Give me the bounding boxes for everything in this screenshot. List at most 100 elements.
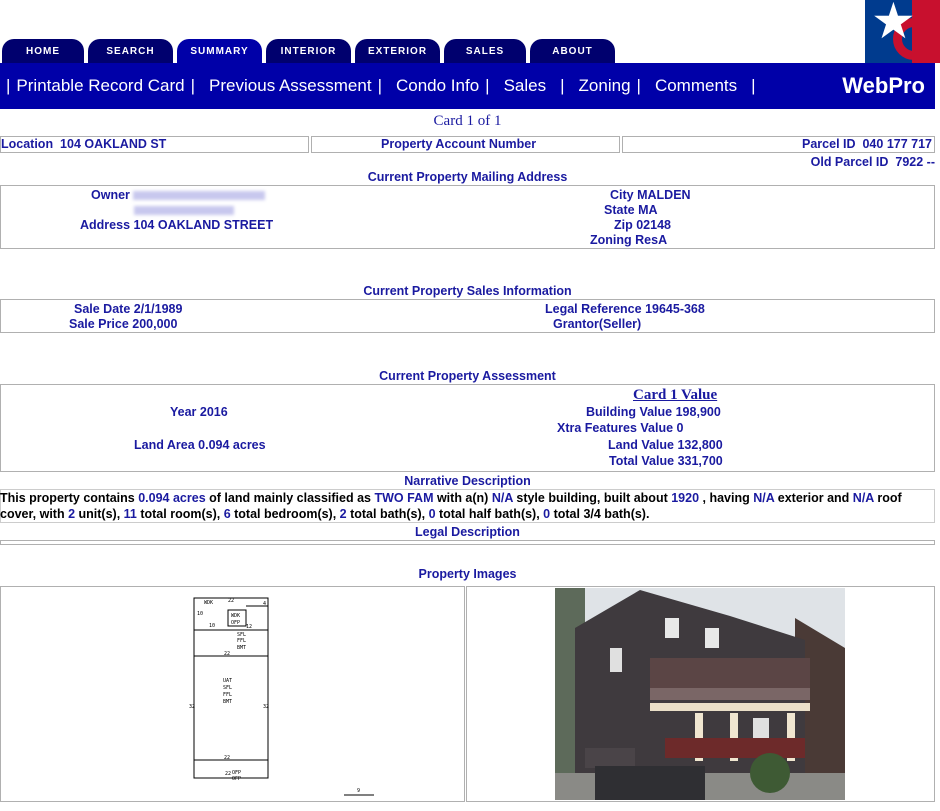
nav-previous-assessment[interactable]: Previous Assessment (209, 76, 372, 96)
sketch-main-section (193, 655, 269, 761)
total-value: 331,700 (677, 454, 723, 468)
land-area-label: Land Area (134, 438, 195, 452)
sketch-scale: 9 (357, 788, 360, 794)
land-value-field: Land Value 132,800 (608, 438, 723, 452)
building-value-field: Building Value 198,900 (586, 405, 721, 419)
tab-interior[interactable]: INTERIOR (266, 39, 351, 64)
narr-rooms: 11 (123, 507, 137, 521)
sale-price-label: Sale Price (69, 317, 129, 331)
zip-label: Zip (614, 218, 633, 232)
address-value: 104 OAKLAND STREET (133, 218, 274, 232)
sketch-label: BMT (237, 645, 246, 651)
narr-text: total bath(s), (346, 507, 429, 521)
narr-year: 1920 (671, 491, 700, 505)
tab-about[interactable]: ABOUT (530, 39, 615, 64)
sale-date-label: Sale Date (74, 302, 131, 316)
building-value: 198,900 (675, 405, 721, 419)
sale-date-value: 2/1/1989 (133, 302, 183, 316)
photo-lower-wall (585, 748, 635, 768)
building-sketch: WDK 22 4 10 10 WDK OFP 12 SFL FFL BMT 22… (189, 597, 374, 796)
sketch-label: 22 (228, 598, 234, 604)
nav-printable-record-card[interactable]: Printable Record Card (16, 76, 184, 96)
total-value-label: Total Value (609, 454, 675, 468)
legal-ref-label: Legal Reference (545, 302, 642, 316)
narr-text: This property contains (0, 491, 139, 505)
sketch-label: 4 (263, 601, 266, 607)
address-label: Address (80, 218, 131, 232)
state-label: State (604, 203, 635, 217)
narr-baths: 2 (339, 507, 347, 521)
land-area-value: 0.094 acres (198, 438, 266, 452)
sketch-label: 32 (189, 704, 195, 710)
star-icon: ★ (871, 0, 916, 49)
old-parcel-label: Old Parcel ID (810, 155, 889, 169)
zoning-label: Zoning (590, 233, 632, 247)
nav-sales[interactable]: Sales (504, 76, 547, 96)
xtra-features-value: 0 (676, 421, 684, 435)
sketch-label: 22 (224, 755, 230, 761)
narr-text: total 3/4 bath(s). (550, 507, 650, 521)
nav-condo-info[interactable]: Condo Info (396, 76, 479, 96)
land-value: 132,800 (677, 438, 723, 452)
photo-window (665, 618, 679, 638)
sale-price-field: Sale Price 200,000 (69, 317, 177, 331)
narr-text: total bedroom(s), (230, 507, 340, 521)
secondary-nav: | Printable Record Card | Previous Asses… (0, 63, 935, 109)
sketch-label: WDK (231, 613, 240, 619)
photo-porch-rail (665, 738, 805, 758)
sketch-label: WDK (204, 600, 213, 606)
card-value-title: Card 1 Value (633, 387, 718, 403)
assessment-box (0, 384, 935, 472)
state-field: State MA (604, 203, 658, 217)
address-field: Address 104 OAKLAND STREET (80, 218, 273, 232)
parcel-label: Parcel ID (802, 137, 856, 151)
year-field: Year 2016 (170, 405, 228, 419)
photo-upper-porch (650, 658, 810, 688)
zoning-value: ResA (635, 233, 668, 247)
sketch-label: FFL (223, 692, 232, 698)
account-label: Property Account Number (381, 137, 537, 151)
photo-window (705, 628, 719, 648)
sketch-label: BMT (223, 699, 232, 705)
sketch-label: OFP (231, 620, 240, 626)
owner-label: Owner (91, 188, 130, 202)
legal-box (0, 540, 935, 545)
city-value: MALDEN (637, 188, 691, 202)
sketch-label: 32 (263, 704, 269, 710)
nav-separator: | (560, 76, 565, 95)
owner-name-redacted (133, 191, 266, 201)
nav-comments[interactable]: Comments (655, 76, 737, 96)
owner-name2-redacted-row (134, 203, 234, 217)
sketch-label: OFP (232, 776, 241, 782)
photo-window (610, 648, 622, 672)
sketch-label: FFL (237, 638, 246, 644)
nav-separator: | (485, 76, 490, 95)
sketch-label: 12 (246, 624, 252, 630)
tab-exterior[interactable]: EXTERIOR (355, 39, 440, 64)
assessment-header: Current Property Assessment (379, 369, 556, 383)
year-label: Year (170, 405, 197, 419)
card-counter: Card 1 of 1 (433, 113, 502, 129)
narr-text: with a(n) (433, 491, 492, 505)
narr-text: total half bath(s), (435, 507, 544, 521)
narr-bedrooms: 6 (223, 507, 231, 521)
photo-porch-beam (650, 703, 810, 711)
nav-separator: | (6, 76, 11, 95)
narr-text: style building, built about (512, 491, 672, 505)
sketch-label: 22 (224, 651, 230, 657)
tab-sales[interactable]: SALES (444, 39, 526, 64)
land-value-label: Land Value (608, 438, 674, 452)
sketch-label: SFL (223, 685, 232, 691)
tab-summary[interactable]: SUMMARY (177, 39, 262, 64)
tab-search[interactable]: SEARCH (88, 39, 173, 64)
sketch-label: UAT (223, 678, 232, 684)
year-value: 2016 (199, 405, 228, 419)
nav-zoning[interactable]: Zoning (579, 76, 631, 96)
tab-home[interactable]: HOME (2, 39, 84, 64)
photo-car (595, 766, 705, 800)
state-value: MA (638, 203, 658, 217)
sales-header: Current Property Sales Information (363, 284, 572, 298)
xtra-features-field: Xtra Features Value 0 (557, 421, 683, 435)
location-value: 104 OAKLAND ST (60, 137, 167, 151)
narr-class: TWO FAM (374, 491, 434, 505)
